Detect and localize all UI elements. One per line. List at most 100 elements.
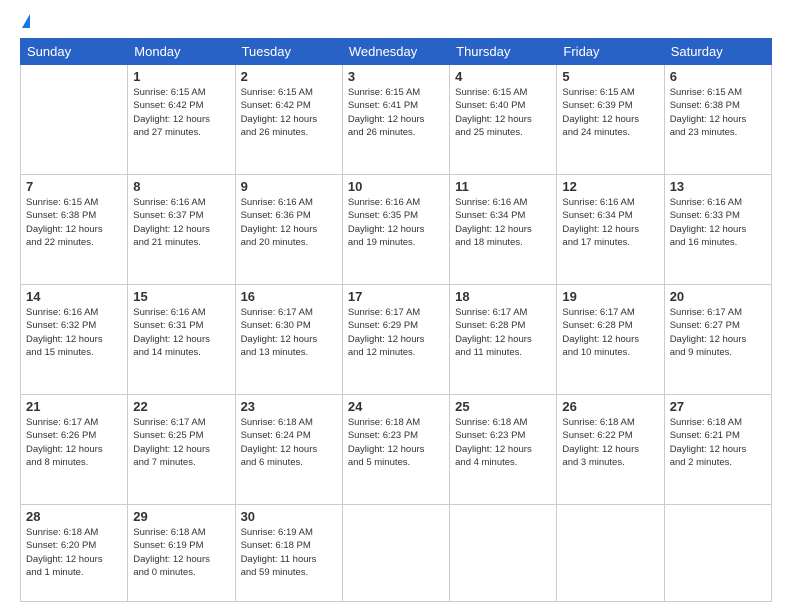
calendar-cell: 23 Sunrise: 6:18 AMSunset: 6:24 PMDayligh…	[235, 395, 342, 505]
day-number: 13	[670, 179, 766, 194]
calendar-header-row: SundayMondayTuesdayWednesdayThursdayFrid…	[21, 39, 772, 65]
calendar-cell: 3 Sunrise: 6:15 AMSunset: 6:41 PMDaylight…	[342, 65, 449, 175]
calendar-header-monday: Monday	[128, 39, 235, 65]
calendar-cell: 25 Sunrise: 6:18 AMSunset: 6:23 PMDayligh…	[450, 395, 557, 505]
calendar-cell: 14 Sunrise: 6:16 AMSunset: 6:32 PMDayligh…	[21, 285, 128, 395]
day-info: Sunrise: 6:16 AMSunset: 6:35 PMDaylight:…	[348, 196, 444, 249]
day-number: 6	[670, 69, 766, 84]
logo-triangle-icon	[22, 14, 30, 28]
day-number: 24	[348, 399, 444, 414]
calendar-cell: 24 Sunrise: 6:18 AMSunset: 6:23 PMDayligh…	[342, 395, 449, 505]
day-info: Sunrise: 6:18 AMSunset: 6:24 PMDaylight:…	[241, 416, 337, 469]
day-number: 21	[26, 399, 122, 414]
calendar-week-row: 7 Sunrise: 6:15 AMSunset: 6:38 PMDaylight…	[21, 175, 772, 285]
logo-text	[20, 18, 30, 28]
calendar-header-wednesday: Wednesday	[342, 39, 449, 65]
calendar-header-thursday: Thursday	[450, 39, 557, 65]
day-number: 8	[133, 179, 229, 194]
day-info: Sunrise: 6:15 AMSunset: 6:39 PMDaylight:…	[562, 86, 658, 139]
calendar-cell: 4 Sunrise: 6:15 AMSunset: 6:40 PMDaylight…	[450, 65, 557, 175]
day-info: Sunrise: 6:15 AMSunset: 6:40 PMDaylight:…	[455, 86, 551, 139]
calendar-cell: 12 Sunrise: 6:16 AMSunset: 6:34 PMDayligh…	[557, 175, 664, 285]
day-info: Sunrise: 6:18 AMSunset: 6:21 PMDaylight:…	[670, 416, 766, 469]
calendar-header-friday: Friday	[557, 39, 664, 65]
day-info: Sunrise: 6:18 AMSunset: 6:23 PMDaylight:…	[455, 416, 551, 469]
calendar-cell: 8 Sunrise: 6:16 AMSunset: 6:37 PMDaylight…	[128, 175, 235, 285]
day-number: 15	[133, 289, 229, 304]
day-number: 5	[562, 69, 658, 84]
calendar-header-saturday: Saturday	[664, 39, 771, 65]
day-info: Sunrise: 6:15 AMSunset: 6:41 PMDaylight:…	[348, 86, 444, 139]
calendar-cell: 17 Sunrise: 6:17 AMSunset: 6:29 PMDayligh…	[342, 285, 449, 395]
calendar-cell: 29 Sunrise: 6:18 AMSunset: 6:19 PMDayligh…	[128, 505, 235, 602]
calendar-cell: 22Sunrise: 6:17 AMSunset: 6:25 PMDayligh…	[128, 395, 235, 505]
calendar-cell: 7 Sunrise: 6:15 AMSunset: 6:38 PMDaylight…	[21, 175, 128, 285]
day-info: Sunrise: 6:15 AMSunset: 6:38 PMDaylight:…	[26, 196, 122, 249]
day-info: Sunrise: 6:16 AMSunset: 6:34 PMDaylight:…	[562, 196, 658, 249]
calendar-header-tuesday: Tuesday	[235, 39, 342, 65]
day-number: 28	[26, 509, 122, 524]
day-info: Sunrise: 6:16 AMSunset: 6:37 PMDaylight:…	[133, 196, 229, 249]
day-number: 3	[348, 69, 444, 84]
day-number: 18	[455, 289, 551, 304]
calendar-cell	[557, 505, 664, 602]
calendar-cell: 21 Sunrise: 6:17 AMSunset: 6:26 PMDayligh…	[21, 395, 128, 505]
day-info: Sunrise: 6:16 AMSunset: 6:33 PMDaylight:…	[670, 196, 766, 249]
day-number: 14	[26, 289, 122, 304]
header	[20, 18, 772, 28]
calendar-cell	[450, 505, 557, 602]
day-info: Sunrise: 6:16 AMSunset: 6:34 PMDaylight:…	[455, 196, 551, 249]
day-info: Sunrise: 6:18 AMSunset: 6:22 PMDaylight:…	[562, 416, 658, 469]
day-info: Sunrise: 6:17 AMSunset: 6:28 PMDaylight:…	[562, 306, 658, 359]
day-info: Sunrise: 6:15 AMSunset: 6:42 PMDaylight:…	[241, 86, 337, 139]
calendar-cell	[342, 505, 449, 602]
calendar-cell: 26Sunrise: 6:18 AMSunset: 6:22 PMDayligh…	[557, 395, 664, 505]
day-number: 27	[670, 399, 766, 414]
day-number: 7	[26, 179, 122, 194]
day-number: 12	[562, 179, 658, 194]
calendar-cell: 27 Sunrise: 6:18 AMSunset: 6:21 PMDayligh…	[664, 395, 771, 505]
day-info: Sunrise: 6:17 AMSunset: 6:28 PMDaylight:…	[455, 306, 551, 359]
day-number: 29	[133, 509, 229, 524]
calendar-week-row: 1 Sunrise: 6:15 AMSunset: 6:42 PMDaylight…	[21, 65, 772, 175]
calendar-week-row: 21 Sunrise: 6:17 AMSunset: 6:26 PMDayligh…	[21, 395, 772, 505]
day-number: 1	[133, 69, 229, 84]
calendar-cell: 20Sunrise: 6:17 AMSunset: 6:27 PMDayligh…	[664, 285, 771, 395]
day-info: Sunrise: 6:16 AMSunset: 6:31 PMDaylight:…	[133, 306, 229, 359]
day-number: 4	[455, 69, 551, 84]
calendar-cell: 2 Sunrise: 6:15 AMSunset: 6:42 PMDaylight…	[235, 65, 342, 175]
day-info: Sunrise: 6:16 AMSunset: 6:32 PMDaylight:…	[26, 306, 122, 359]
calendar-cell	[664, 505, 771, 602]
day-number: 16	[241, 289, 337, 304]
calendar-cell: 19 Sunrise: 6:17 AMSunset: 6:28 PMDayligh…	[557, 285, 664, 395]
calendar-cell: 18 Sunrise: 6:17 AMSunset: 6:28 PMDayligh…	[450, 285, 557, 395]
calendar-header-sunday: Sunday	[21, 39, 128, 65]
calendar-cell: 9 Sunrise: 6:16 AMSunset: 6:36 PMDaylight…	[235, 175, 342, 285]
day-number: 23	[241, 399, 337, 414]
calendar-week-row: 28 Sunrise: 6:18 AMSunset: 6:20 PMDayligh…	[21, 505, 772, 602]
calendar-week-row: 14 Sunrise: 6:16 AMSunset: 6:32 PMDayligh…	[21, 285, 772, 395]
day-info: Sunrise: 6:17 AMSunset: 6:25 PMDaylight:…	[133, 416, 229, 469]
calendar-cell: 30 Sunrise: 6:19 AMSunset: 6:18 PMDayligh…	[235, 505, 342, 602]
day-number: 17	[348, 289, 444, 304]
day-info: Sunrise: 6:17 AMSunset: 6:29 PMDaylight:…	[348, 306, 444, 359]
day-number: 30	[241, 509, 337, 524]
calendar-cell: 11Sunrise: 6:16 AMSunset: 6:34 PMDayligh…	[450, 175, 557, 285]
day-info: Sunrise: 6:18 AMSunset: 6:23 PMDaylight:…	[348, 416, 444, 469]
day-info: Sunrise: 6:17 AMSunset: 6:26 PMDaylight:…	[26, 416, 122, 469]
day-info: Sunrise: 6:19 AMSunset: 6:18 PMDaylight:…	[241, 526, 337, 579]
calendar-cell: 16Sunrise: 6:17 AMSunset: 6:30 PMDayligh…	[235, 285, 342, 395]
calendar-table: SundayMondayTuesdayWednesdayThursdayFrid…	[20, 38, 772, 602]
day-number: 2	[241, 69, 337, 84]
day-info: Sunrise: 6:16 AMSunset: 6:36 PMDaylight:…	[241, 196, 337, 249]
day-info: Sunrise: 6:15 AMSunset: 6:42 PMDaylight:…	[133, 86, 229, 139]
day-info: Sunrise: 6:18 AMSunset: 6:20 PMDaylight:…	[26, 526, 122, 579]
calendar-body: 1 Sunrise: 6:15 AMSunset: 6:42 PMDaylight…	[21, 65, 772, 602]
calendar-cell	[21, 65, 128, 175]
day-number: 25	[455, 399, 551, 414]
day-info: Sunrise: 6:17 AMSunset: 6:27 PMDaylight:…	[670, 306, 766, 359]
day-info: Sunrise: 6:18 AMSunset: 6:19 PMDaylight:…	[133, 526, 229, 579]
logo	[20, 18, 30, 28]
day-number: 19	[562, 289, 658, 304]
day-number: 9	[241, 179, 337, 194]
